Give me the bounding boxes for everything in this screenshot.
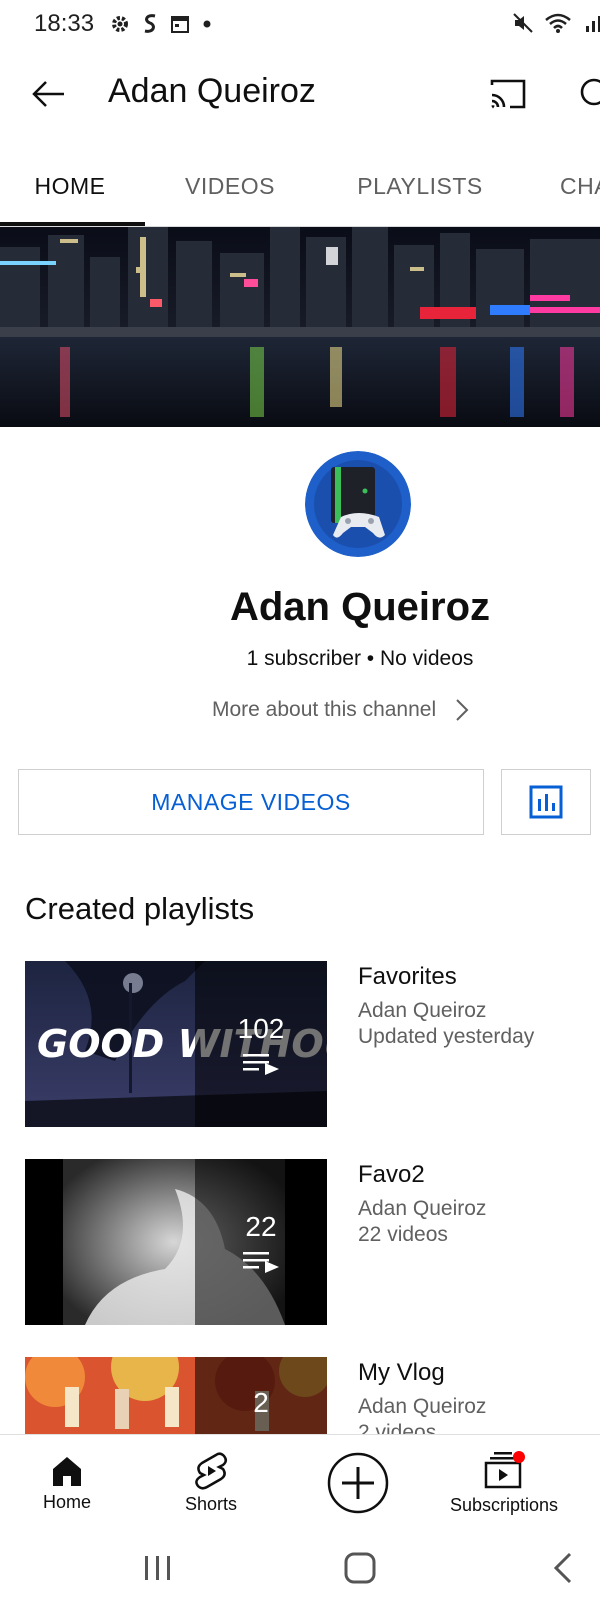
recent-apps-icon bbox=[145, 1556, 170, 1580]
signal-icon bbox=[586, 16, 600, 32]
status-time: 18:33 bbox=[34, 10, 95, 37]
playlist-info: Favorites Adan Queiroz Updated yesterday bbox=[358, 961, 534, 1049]
nav-create[interactable] bbox=[314, 1435, 402, 1531]
playlist-thumbnail[interactable]: 2 bbox=[25, 1357, 327, 1434]
mute-icon bbox=[513, 13, 533, 33]
playlist-count-overlay: 2 bbox=[195, 1357, 327, 1434]
app-s-icon bbox=[144, 14, 156, 33]
manage-videos-button[interactable]: MANAGE VIDEOS bbox=[18, 769, 484, 835]
page-title: Adan Queiroz bbox=[108, 72, 316, 110]
nav-subscriptions[interactable]: Subscriptions bbox=[436, 1435, 572, 1531]
more-about-label: More about this channel bbox=[212, 698, 437, 721]
cast-button[interactable] bbox=[484, 70, 532, 118]
nav-shorts-label: Shorts bbox=[184, 1493, 238, 1514]
playlist-count-overlay: 102 bbox=[195, 961, 327, 1127]
analytics-icon bbox=[529, 785, 563, 819]
playlist-meta: Updated yesterday bbox=[358, 1025, 535, 1048]
tab-channels[interactable]: CHA bbox=[560, 148, 600, 224]
playlist-thumbnail[interactable]: GOOD WITHOUT 102 bbox=[25, 961, 327, 1127]
subscriptions-icon bbox=[484, 1450, 525, 1488]
home-square-icon bbox=[344, 1552, 376, 1584]
tab-playlists[interactable]: PLAYLISTS bbox=[340, 148, 500, 224]
playlist-title: Favorites bbox=[358, 963, 457, 990]
chevron-left-icon bbox=[553, 1552, 572, 1584]
notification-dot bbox=[513, 1450, 525, 1463]
channel-banner bbox=[0, 227, 600, 427]
search-icon bbox=[580, 78, 600, 106]
dot-icon bbox=[203, 20, 211, 28]
playlist-count-overlay: 22 bbox=[195, 1159, 327, 1325]
home-system-button[interactable] bbox=[340, 1548, 380, 1588]
avatar[interactable] bbox=[305, 451, 411, 557]
more-about-channel-link[interactable]: More about this channel bbox=[212, 698, 470, 722]
nav-home-label: Home bbox=[42, 1491, 91, 1512]
nav-home[interactable]: Home bbox=[14, 1435, 120, 1531]
analytics-button[interactable] bbox=[501, 769, 591, 835]
status-icons-left bbox=[110, 12, 212, 36]
bottom-navigation: Home Shorts Subscriptions bbox=[0, 1434, 600, 1531]
arrow-back-icon bbox=[32, 81, 64, 107]
playlist-icon bbox=[243, 1252, 279, 1273]
video-count: 22 bbox=[245, 1211, 277, 1242]
tab-home[interactable]: HOME bbox=[0, 148, 140, 224]
playlist-icon bbox=[243, 1054, 279, 1075]
app-bar: Adan Queiroz bbox=[0, 52, 600, 132]
playlist-item[interactable]: GOOD WITHOUT 102 Favorites Adan Queiroz … bbox=[25, 961, 600, 1127]
home-icon bbox=[53, 1456, 81, 1486]
back-system-button[interactable] bbox=[544, 1548, 584, 1588]
status-bar: 18:33 bbox=[0, 0, 600, 52]
status-icons-right bbox=[512, 12, 600, 34]
video-count: 102 bbox=[237, 1013, 285, 1044]
playlist-item[interactable]: 2 My Vlog Adan Queiroz 2 videos bbox=[25, 1357, 600, 1434]
nav-shorts[interactable]: Shorts bbox=[158, 1435, 264, 1531]
video-count: 2 bbox=[253, 1387, 269, 1418]
playlist-meta: 2 videos bbox=[358, 1421, 437, 1434]
playlist-info: Favo2 Adan Queiroz 22 videos bbox=[358, 1159, 486, 1247]
channel-tabs: HOME VIDEOS PLAYLISTS CHA bbox=[0, 148, 600, 227]
calendar-icon bbox=[171, 16, 189, 33]
wifi-icon bbox=[545, 13, 571, 33]
chevron-right-icon bbox=[456, 699, 469, 721]
playlist-info: My Vlog Adan Queiroz 2 videos bbox=[358, 1357, 486, 1434]
settings-icon bbox=[112, 16, 128, 32]
playlist-title: My Vlog bbox=[358, 1359, 445, 1386]
tab-indicator bbox=[0, 222, 145, 226]
playlist-owner: Adan Queiroz bbox=[358, 999, 487, 1022]
channel-stats: 1 subscriber • No videos bbox=[246, 647, 474, 670]
playlist-title: Favo2 bbox=[358, 1161, 425, 1188]
tab-videos[interactable]: VIDEOS bbox=[160, 148, 300, 224]
section-title: Created playlists bbox=[25, 891, 255, 926]
channel-name: Adan Queiroz bbox=[229, 585, 491, 629]
playlist-owner: Adan Queiroz bbox=[358, 1197, 487, 1220]
playlist-meta: 22 videos bbox=[358, 1223, 448, 1246]
playlist-owner: Adan Queiroz bbox=[358, 1395, 487, 1418]
system-navigation bbox=[0, 1530, 600, 1606]
create-icon bbox=[327, 1452, 389, 1514]
recent-apps-button[interactable] bbox=[138, 1548, 178, 1588]
shorts-icon bbox=[195, 1451, 227, 1490]
nav-subscriptions-label: Subscriptions bbox=[449, 1494, 559, 1515]
cast-icon bbox=[490, 79, 526, 109]
playlist-thumbnail[interactable]: 22 bbox=[25, 1159, 327, 1325]
back-button[interactable] bbox=[24, 70, 72, 118]
playlist-item[interactable]: 22 Favo2 Adan Queiroz 22 videos bbox=[25, 1159, 600, 1325]
search-button[interactable] bbox=[578, 70, 600, 118]
